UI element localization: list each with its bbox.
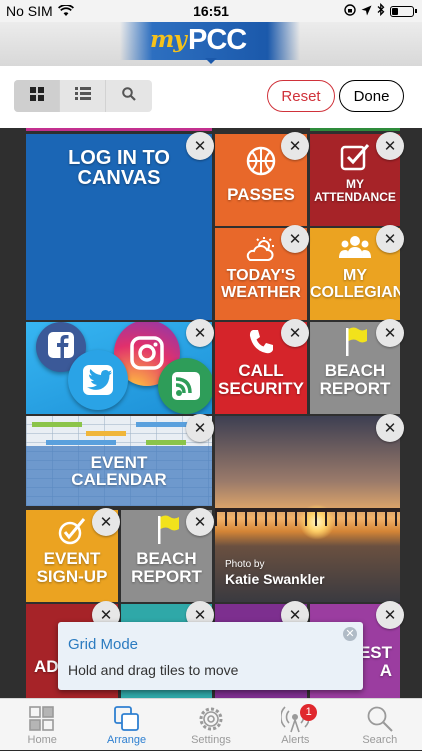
tab-label: Alerts — [281, 734, 310, 746]
tile-label: TODAY'S — [226, 267, 296, 284]
bluetooth-icon — [377, 2, 385, 19]
calendar-entry — [32, 422, 82, 427]
partial-tile-top — [26, 128, 212, 131]
remove-tile-button[interactable]: ✕ — [376, 132, 404, 160]
tile-label: SIGN-UP — [36, 567, 108, 586]
tile-label: REPORT — [319, 379, 391, 398]
remove-tile-button[interactable]: ✕ — [376, 414, 404, 442]
tab-search[interactable]: Search — [338, 699, 422, 751]
twitter-icon — [68, 350, 128, 410]
orientation-lock-icon — [344, 3, 356, 19]
tile-social-media[interactable] — [26, 322, 212, 414]
grid-view-button[interactable] — [14, 80, 60, 112]
tooltip-close-button[interactable]: ✕ — [343, 627, 357, 641]
tab-home[interactable]: Home — [0, 699, 84, 751]
tile-label: EVENT — [90, 453, 148, 472]
tile-label: CALENDAR — [71, 470, 167, 489]
remove-tile-button[interactable]: ✕ — [186, 414, 214, 442]
tile-label: MY — [346, 177, 364, 191]
remove-tile-button[interactable]: ✕ — [281, 319, 309, 347]
remove-tile-button[interactable]: ✕ — [281, 132, 309, 160]
tile-label: CANVAS — [77, 167, 161, 189]
status-icons — [344, 2, 417, 19]
tab-arrange[interactable]: Arrange — [84, 699, 168, 751]
toolbar: Reset Done — [0, 66, 422, 128]
tooltip-body: Hold and drag tiles to move — [68, 662, 239, 678]
tile-label: ATTENDANCE — [314, 190, 396, 204]
remove-tile-button[interactable]: ✕ — [186, 508, 214, 536]
tile-label: CALL — [238, 361, 284, 380]
grid-view-icon — [29, 86, 44, 106]
home-grid-icon — [29, 704, 55, 734]
logo-pointer-icon — [205, 58, 217, 64]
tile-event-calendar[interactable]: EVENT CALENDAR — [26, 416, 212, 506]
tile-label: MY — [343, 267, 367, 284]
battery-icon — [390, 5, 417, 17]
remove-tile-button[interactable]: ✕ — [376, 225, 404, 253]
tile-label: REPORT — [131, 567, 202, 586]
rss-icon — [158, 358, 212, 414]
battery-level — [392, 7, 398, 15]
list-view-button[interactable] — [60, 80, 106, 112]
search-icon — [366, 704, 394, 734]
tile-label: SECURITY — [218, 379, 304, 398]
logo-my-text: my — [150, 26, 187, 53]
alerts-badge: 1 — [300, 704, 318, 721]
tile-beach-photo[interactable]: Photo by Katie Swankler — [215, 416, 400, 602]
calendar-entry — [146, 440, 186, 445]
partial-tile-top — [310, 128, 400, 131]
tab-alerts[interactable]: 1 Alerts — [253, 699, 337, 751]
done-button[interactable]: Done — [339, 80, 404, 112]
tab-bar: Home Arrange Settings 1 Alerts Search — [0, 698, 422, 750]
remove-tile-button[interactable]: ✕ — [376, 601, 404, 629]
photo-credit-prefix: Photo by — [225, 559, 265, 570]
remove-tile-button[interactable]: ✕ — [281, 225, 309, 253]
tile-label: COLLEGIAN — [310, 284, 400, 301]
tab-settings[interactable]: Settings — [169, 699, 253, 751]
remove-tile-button[interactable]: ✕ — [376, 319, 404, 347]
tooltip-title: Grid Mode — [68, 636, 139, 653]
tile-canvas[interactable]: LOG IN TO CANVAS — [26, 134, 212, 320]
pier-pilings — [215, 512, 400, 526]
view-mode-toggle — [14, 80, 152, 112]
grid-mode-tooltip: Grid Mode Hold and drag tiles to move ✕ — [58, 622, 363, 690]
photo-credit-name: Katie Swankler — [225, 571, 325, 587]
remove-tile-button[interactable]: ✕ — [186, 319, 214, 347]
status-bar: No SIM 16:51 — [0, 0, 422, 22]
remove-tile-button[interactable]: ✕ — [92, 508, 120, 536]
tile-label: EVENT — [43, 549, 101, 568]
location-icon — [361, 3, 372, 19]
tile-label: LOG IN TO — [68, 147, 170, 169]
tab-label: Settings — [191, 734, 231, 746]
search-icon — [122, 86, 136, 106]
tile-grid: LOG IN TO CANVAS PASSES MY ATTENDANCE TO… — [0, 128, 422, 698]
tab-label: Search — [362, 734, 398, 746]
gear-icon — [197, 704, 225, 734]
reset-button[interactable]: Reset — [267, 80, 335, 112]
tile-label: BEACH — [136, 549, 197, 568]
tile-label: PASSES — [227, 185, 295, 204]
tab-label: Arrange — [107, 734, 147, 746]
calendar-entry — [46, 440, 116, 445]
tile-label: WEATHER — [221, 284, 301, 301]
app-header: my PCC — [0, 22, 422, 66]
logo-pcc-text: PCC — [188, 24, 247, 56]
arrange-icon — [113, 704, 140, 734]
remove-tile-button[interactable]: ✕ — [186, 132, 214, 160]
tab-label: Home — [27, 734, 57, 746]
tile-label: BEACH — [324, 361, 386, 380]
search-view-button[interactable] — [106, 80, 152, 112]
list-view-icon — [74, 87, 91, 105]
calendar-entry — [86, 431, 126, 436]
